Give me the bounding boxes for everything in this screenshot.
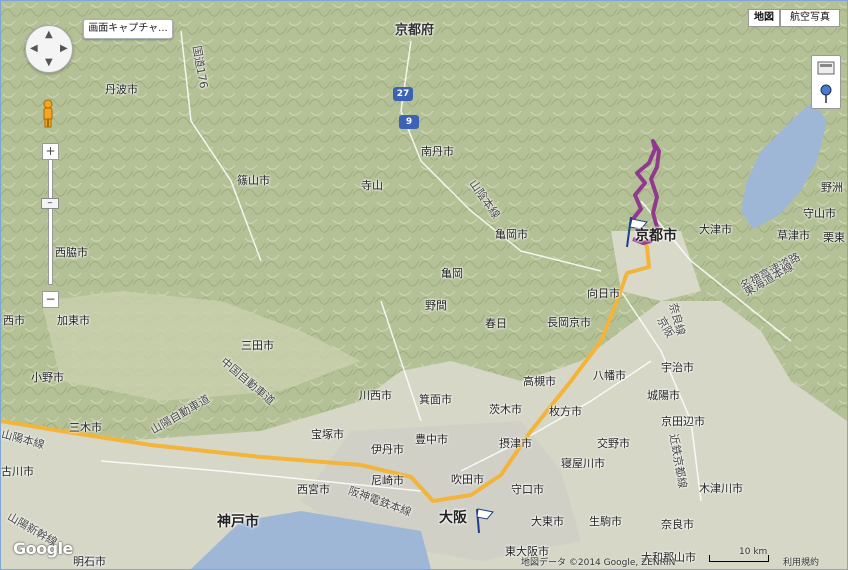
screen-capture-button[interactable]: 画面キャプチャ...: [83, 19, 173, 39]
pan-control[interactable]: ▲ ▼ ◀ ▶: [25, 25, 73, 73]
label-daito: 大東市: [531, 515, 564, 528]
label-terayama: 寺山: [361, 179, 383, 192]
label-kizugawa: 木津川市: [699, 482, 743, 495]
map-pin-icon[interactable]: [820, 84, 832, 103]
zoom-slider-thumb[interactable]: −: [41, 198, 59, 209]
label-kyotanabe: 京田辺市: [661, 415, 705, 428]
label-takatsuki: 高槻市: [523, 375, 556, 388]
label-suita: 吹田市: [451, 473, 484, 486]
label-yawata: 八幡市: [593, 369, 626, 382]
map-attribution: 地図データ ©2014 Google, ZENRIN: [521, 558, 676, 568]
map-type-map-button[interactable]: 地図: [748, 9, 780, 27]
label-nishiwaki: 西脇市: [55, 246, 88, 259]
terms-link[interactable]: 利用規約: [783, 555, 819, 568]
label-muko: 向日市: [587, 287, 620, 300]
google-logo: Google: [13, 539, 73, 558]
label-kasuga: 春日: [485, 317, 507, 330]
zoom-out-button[interactable]: −: [42, 291, 59, 308]
label-moriyama: 守山市: [803, 207, 836, 220]
label-kyoto-pref: 京都府: [395, 23, 435, 38]
label-nishi: 西市: [3, 314, 25, 327]
label-tamba: 丹波市: [105, 83, 138, 96]
label-hirakata: 枚方市: [549, 405, 582, 418]
label-nishinomiya: 西宮市: [297, 483, 330, 496]
label-noma: 野間: [425, 299, 447, 312]
zoom-in-button[interactable]: +: [42, 143, 59, 160]
label-ibaraki: 茨木市: [489, 403, 522, 416]
pan-up-icon[interactable]: ▲: [45, 29, 53, 40]
label-kakogawa: 古川市: [1, 465, 34, 478]
label-joyo: 城陽市: [647, 389, 680, 402]
label-neyagawa: 寝屋川市: [561, 457, 605, 470]
label-sasayama: 篠山市: [237, 174, 270, 187]
scale-label: 10 km: [739, 547, 768, 557]
label-kusatsu: 草津市: [777, 229, 810, 242]
label-sanda: 三田市: [241, 339, 274, 352]
label-takarazuka: 宝塚市: [311, 428, 344, 441]
label-akashi: 明石市: [73, 555, 106, 568]
pan-right-icon[interactable]: ▶: [60, 43, 68, 54]
label-kyoto-city: 京都市: [635, 228, 677, 244]
route-shield-27: 27: [393, 87, 413, 101]
label-settsu: 摂津市: [499, 437, 532, 450]
label-nantan: 南丹市: [421, 145, 454, 158]
label-miki: 三木市: [69, 421, 102, 434]
label-kameoka: 亀岡市: [495, 228, 528, 241]
side-panel[interactable]: [811, 55, 841, 109]
label-itami: 伊丹市: [371, 443, 404, 456]
label-katano: 交野市: [597, 437, 630, 450]
label-uji: 宇治市: [661, 361, 694, 374]
photo-layer-icon[interactable]: [817, 61, 835, 75]
label-otsu: 大津市: [699, 223, 732, 236]
map-viewport[interactable]: 京都府 丹波市 南丹市 篠山市 西脇市 亀岡市 京都市 大津市 野洲 守山市 草…: [0, 0, 848, 570]
label-osaka: 大阪: [439, 510, 467, 526]
label-nagaokakyo: 長岡京市: [547, 316, 591, 329]
label-amagasaki: 尼崎市: [371, 474, 404, 487]
label-nara: 奈良市: [661, 518, 694, 531]
label-moriguchi: 守口市: [511, 483, 544, 496]
label-ono: 小野市: [31, 371, 64, 384]
label-toyonaka: 豊中市: [415, 433, 448, 446]
label-ikoma: 生駒市: [589, 515, 622, 528]
map-type-satellite-button[interactable]: 航空写真: [780, 9, 840, 27]
pan-left-icon[interactable]: ◀: [30, 43, 38, 54]
pegman-icon[interactable]: [41, 99, 55, 129]
label-mino: 箕面市: [419, 393, 452, 406]
route-shield-9: 9: [399, 115, 419, 129]
pan-down-icon[interactable]: ▼: [45, 57, 53, 68]
label-yasu: 野洲: [821, 181, 843, 194]
zoom-slider-track[interactable]: [48, 159, 53, 285]
label-kameoka-area: 亀岡: [441, 267, 463, 280]
label-kawanishi: 川西市: [359, 389, 392, 402]
label-kobe: 神戸市: [217, 514, 259, 530]
label-kato: 加東市: [57, 314, 90, 327]
label-ritto: 栗東: [823, 231, 845, 244]
